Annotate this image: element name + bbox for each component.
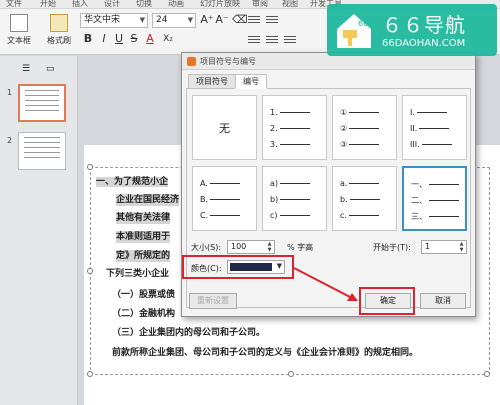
resize-handle[interactable] — [87, 164, 93, 170]
shrink-font-button[interactable]: A⁻ — [215, 13, 229, 27]
subscript-button[interactable]: X₂ — [160, 32, 176, 46]
text-line: （一）股票或债 — [112, 290, 176, 300]
text-line: 下列三类小企业 — [106, 269, 170, 279]
text-line: 本准则适用于 — [116, 231, 171, 243]
tab-bullets[interactable]: 项目符号 — [188, 74, 236, 89]
spinner-arrows-icon[interactable]: ▲ ▼ — [458, 241, 465, 253]
ribbon-tab[interactable]: 动画 — [168, 0, 184, 9]
spinner-arrows-icon[interactable]: ▲ ▼ — [266, 241, 273, 253]
align-left-icon[interactable] — [248, 34, 260, 45]
resize-handle[interactable] — [288, 371, 294, 377]
start-at-value: 1 — [425, 242, 431, 251]
ribbon-tab[interactable]: 插入 — [72, 0, 88, 9]
clear-format-icon[interactable]: ⌫ — [232, 13, 248, 27]
slide-thumbnail[interactable] — [18, 84, 66, 122]
chevron-down-icon: ▼ — [139, 16, 145, 24]
slide-number: 1 — [7, 88, 13, 97]
font-name-select[interactable]: 华文中宋 ▼ — [80, 13, 148, 28]
format-painter-button[interactable]: 格式刷 — [42, 14, 76, 46]
ribbon-tab[interactable]: 开始 — [40, 0, 56, 9]
resize-handle[interactable] — [87, 371, 93, 377]
none-label: 无 — [219, 122, 230, 135]
outline-icon[interactable]: ☰ — [22, 64, 30, 74]
font-color-button[interactable]: A — [144, 32, 156, 46]
textbox-icon — [10, 14, 28, 32]
textbox-label: 文本框 — [7, 36, 31, 45]
slides-icon[interactable]: ▭ — [46, 64, 55, 74]
size-unit-label: % 字高 — [287, 243, 314, 252]
numbering-style-option[interactable]: ① ② ③ — [332, 95, 397, 160]
tab-numbering[interactable]: 编号 — [235, 74, 267, 89]
watermark-house-icon: 66 — [337, 14, 371, 48]
italic-button[interactable]: I — [98, 32, 110, 46]
text-line: （二）金融机构 — [112, 309, 176, 319]
numbering-style-option[interactable]: A. B. C. — [192, 166, 257, 231]
start-at-label: 开始于(T): — [373, 243, 411, 252]
watermark-logo: 66 ６６导航 66DAOHAN.COM — [327, 4, 497, 56]
numbering-style-option[interactable]: I. II. III. — [402, 95, 467, 160]
ribbon-tab[interactable]: 审阅 — [252, 0, 268, 9]
slides-panel: ☰ ▭ 1 2 — [0, 56, 78, 405]
bullet-list-icon[interactable] — [248, 14, 260, 25]
watermark-title: ６６导航 — [382, 13, 466, 37]
dialog-title: 项目符号与编号 — [200, 57, 256, 66]
bold-button[interactable]: B — [82, 32, 94, 46]
slide-number: 2 — [7, 136, 13, 145]
textbox-button[interactable]: 文本框 — [2, 14, 36, 46]
strikethrough-button[interactable]: S — [128, 32, 140, 46]
font-size-value: 24 — [156, 15, 168, 25]
numbered-list-icon[interactable] — [266, 14, 278, 25]
reset-button[interactable]: 重新设置 — [189, 293, 237, 309]
format-painter-label: 格式刷 — [47, 36, 71, 45]
cancel-button[interactable]: 取消 — [420, 293, 466, 309]
text-line: 其他有关法律 — [116, 212, 171, 224]
numbering-style-option[interactable]: a) b) c) — [262, 166, 327, 231]
size-label: 大小(S): — [191, 243, 222, 252]
font-name-value: 华文中宋 — [84, 15, 121, 25]
align-center-icon[interactable] — [266, 34, 278, 45]
text-line: 一、为了规范小企 — [96, 177, 169, 187]
chevron-down-icon: ▼ — [187, 16, 193, 24]
text-line: 企业在国民经济 — [116, 194, 180, 206]
format-painter-icon — [50, 14, 68, 32]
watermark-url: 66DAOHAN.COM — [382, 38, 466, 49]
ribbon-tab[interactable]: 设计 — [104, 0, 120, 9]
size-value: 100 — [231, 242, 247, 251]
start-at-input[interactable]: 1 ▲ ▼ — [421, 240, 467, 254]
text-line: 前款所称企业集团、母公司和子公司的定义与《企业会计准则》的规定相同。 — [112, 348, 419, 358]
ribbon-tab[interactable]: 幻灯片放映 — [200, 0, 240, 9]
app-icon — [187, 57, 196, 66]
font-size-select[interactable]: 24 ▼ — [152, 13, 196, 28]
align-right-icon[interactable] — [284, 34, 296, 45]
resize-handle[interactable] — [87, 268, 93, 274]
annotation-box-color — [182, 255, 294, 279]
resize-handle[interactable] — [484, 371, 490, 377]
annotation-box-ok — [359, 287, 415, 315]
ribbon-tab[interactable]: 文件 — [6, 0, 22, 9]
slide-thumbnail[interactable] — [18, 132, 66, 170]
text-line: （三）企业集团内的母公司和子公司。 — [112, 328, 266, 338]
numbering-style-option[interactable]: 1. 2. 3. — [262, 95, 327, 160]
size-input[interactable]: 100 ▲ ▼ — [227, 240, 275, 254]
text-line: 定》所规定的 — [116, 250, 171, 262]
numbering-style-none[interactable]: 无 — [192, 95, 257, 160]
grow-font-button[interactable]: A⁺ — [200, 13, 214, 27]
numbering-style-option[interactable]: a. b. c. — [332, 166, 397, 231]
ribbon-tab[interactable]: 切换 — [136, 0, 152, 9]
ribbon-tab[interactable]: 视图 — [282, 0, 298, 9]
underline-button[interactable]: U — [113, 32, 125, 46]
svg-text:66: 66 — [358, 19, 368, 28]
numbering-style-selected[interactable]: 一、 二、 三、 — [402, 166, 467, 231]
